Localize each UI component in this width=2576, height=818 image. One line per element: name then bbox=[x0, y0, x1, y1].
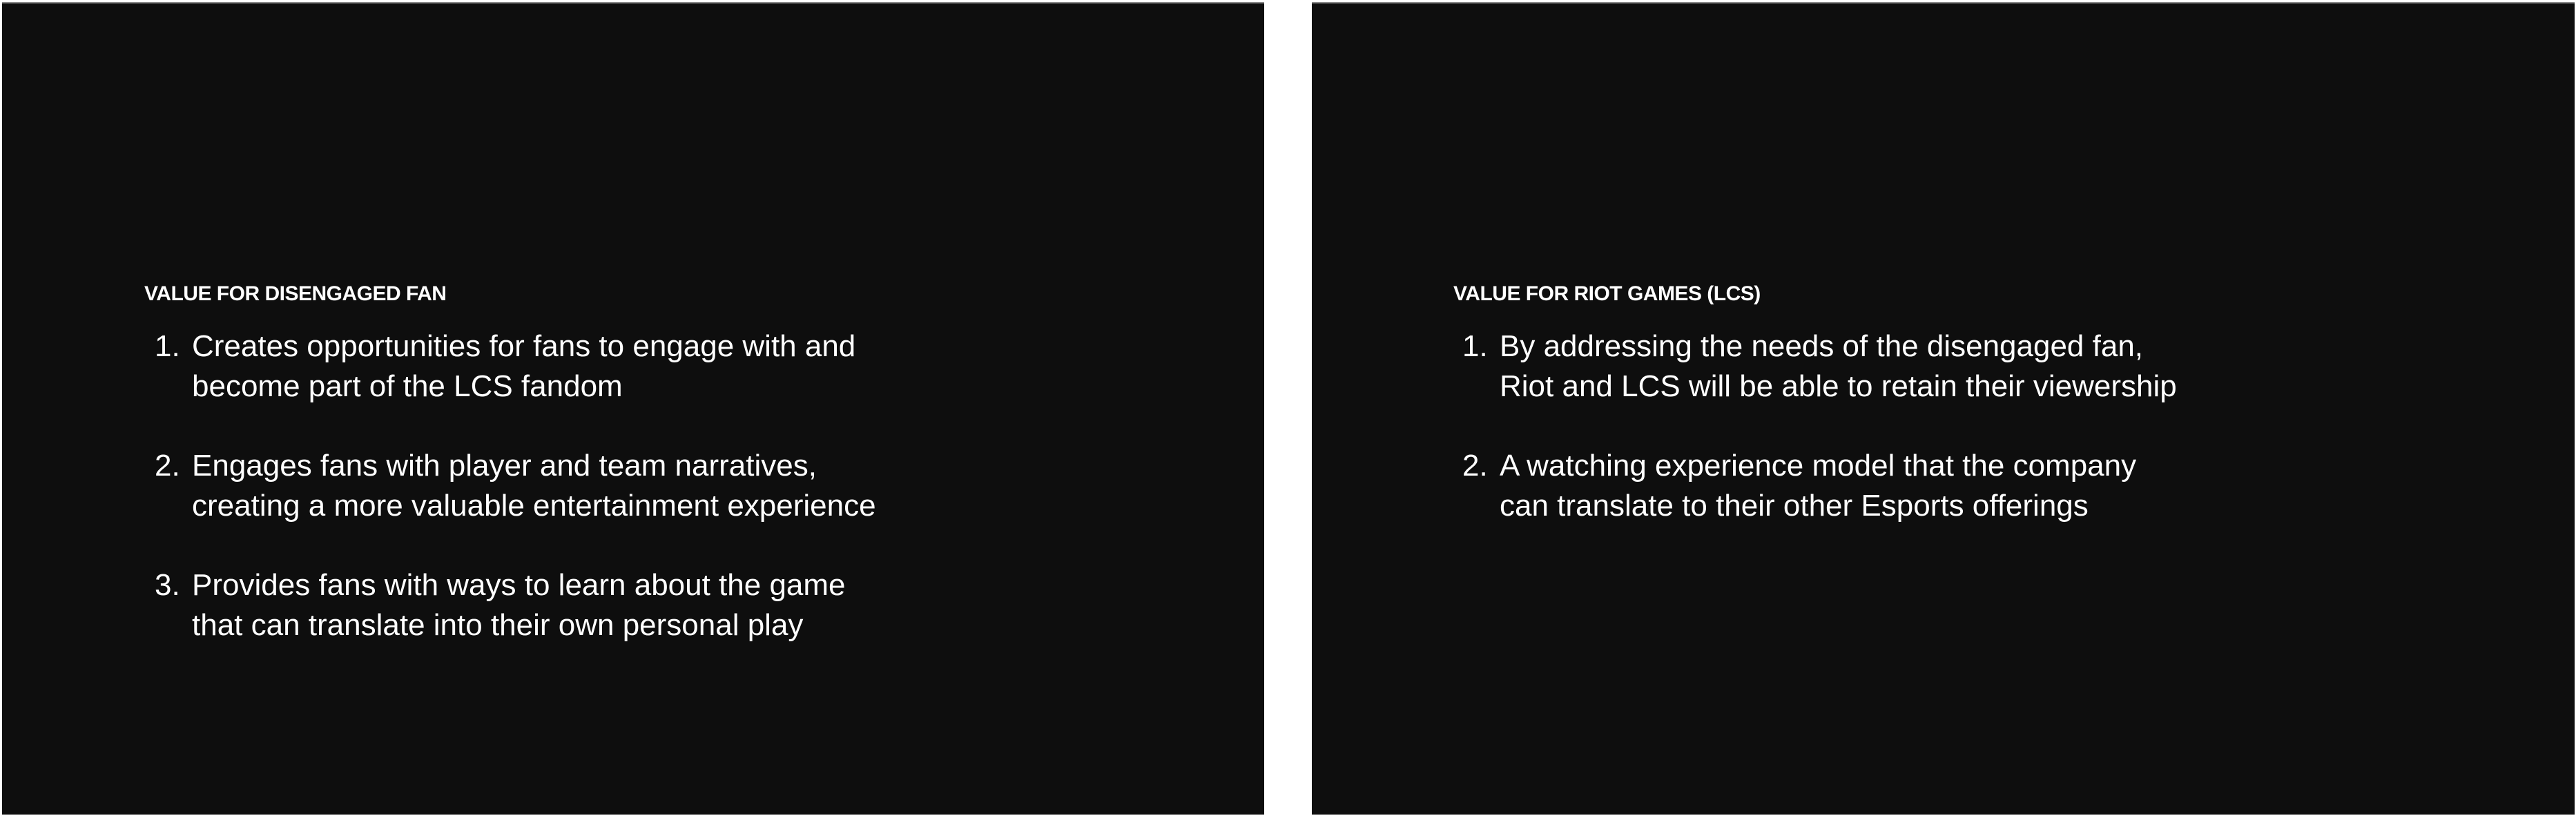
list-item: 3. Provides fans with ways to learn abou… bbox=[155, 565, 876, 645]
numbered-list: 1. By addressing the needs of the diseng… bbox=[1462, 327, 2177, 565]
slide-value-riot-games: VALUE FOR RIOT GAMES (LCS) 1. By address… bbox=[1312, 2, 2575, 815]
list-item: 2. Engages fans with player and team nar… bbox=[155, 446, 876, 526]
item-text-line: Creates opportunities for fans to engage… bbox=[192, 329, 856, 363]
list-item: 1. Creates opportunities for fans to eng… bbox=[155, 327, 876, 407]
item-text-line: become part of the LCS fandom bbox=[192, 369, 623, 403]
item-text-line: Riot and LCS will be able to retain thei… bbox=[1500, 369, 2177, 403]
item-text-line: that can translate into their own person… bbox=[192, 608, 804, 642]
item-text-line: can translate to their other Esports off… bbox=[1500, 489, 2089, 523]
item-number: 3. bbox=[155, 568, 180, 602]
item-number: 2. bbox=[1462, 449, 1488, 483]
slide-heading: VALUE FOR DISENGAGED FAN bbox=[144, 282, 447, 305]
slide-heading: VALUE FOR RIOT GAMES (LCS) bbox=[1453, 282, 1761, 305]
item-number: 1. bbox=[155, 329, 180, 363]
slide-value-disengaged-fan: VALUE FOR DISENGAGED FAN 1. Creates oppo… bbox=[2, 2, 1264, 815]
item-text-line: Provides fans with ways to learn about t… bbox=[192, 568, 846, 602]
item-text-line: Engages fans with player and team narrat… bbox=[192, 449, 817, 483]
list-item: 2. A watching experience model that the … bbox=[1462, 446, 2177, 526]
list-item: 1. By addressing the needs of the diseng… bbox=[1462, 327, 2177, 407]
item-text-line: A watching experience model that the com… bbox=[1500, 449, 2137, 483]
item-text-line: creating a more valuable entertainment e… bbox=[192, 489, 876, 523]
numbered-list: 1. Creates opportunities for fans to eng… bbox=[155, 327, 876, 685]
item-number: 1. bbox=[1462, 329, 1488, 363]
item-text-line: By addressing the needs of the disengage… bbox=[1500, 329, 2144, 363]
item-number: 2. bbox=[155, 449, 180, 483]
